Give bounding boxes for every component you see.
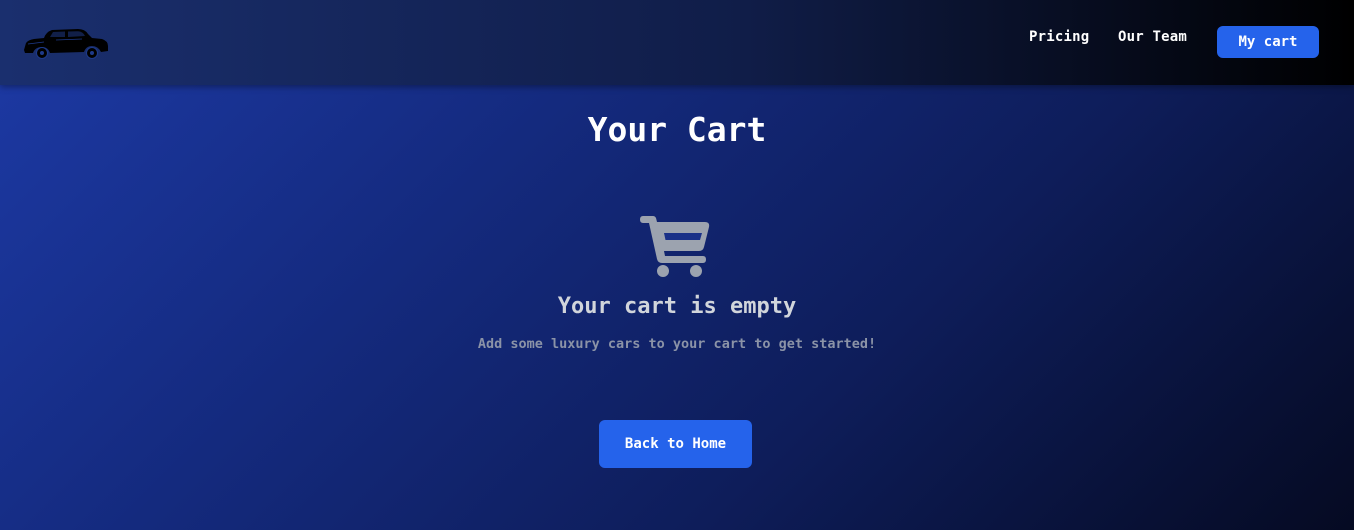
- nav-link-our-team[interactable]: Our Team: [1118, 29, 1187, 45]
- empty-cart-heading: Your cart is empty: [557, 294, 797, 319]
- empty-cart-subtext: Add some luxury cars to your cart to get…: [477, 336, 877, 352]
- back-to-home-button[interactable]: Back to Home: [599, 420, 752, 468]
- page-title: Your Cart: [587, 110, 767, 149]
- nav-link-pricing[interactable]: Pricing: [1029, 29, 1089, 45]
- logo-link[interactable]: [22, 26, 110, 60]
- navbar: Pricing Our Team My cart: [0, 0, 1354, 85]
- vintage-car-icon: [24, 29, 108, 59]
- shopping-cart-icon: [640, 212, 712, 278]
- my-cart-button[interactable]: My cart: [1217, 26, 1319, 58]
